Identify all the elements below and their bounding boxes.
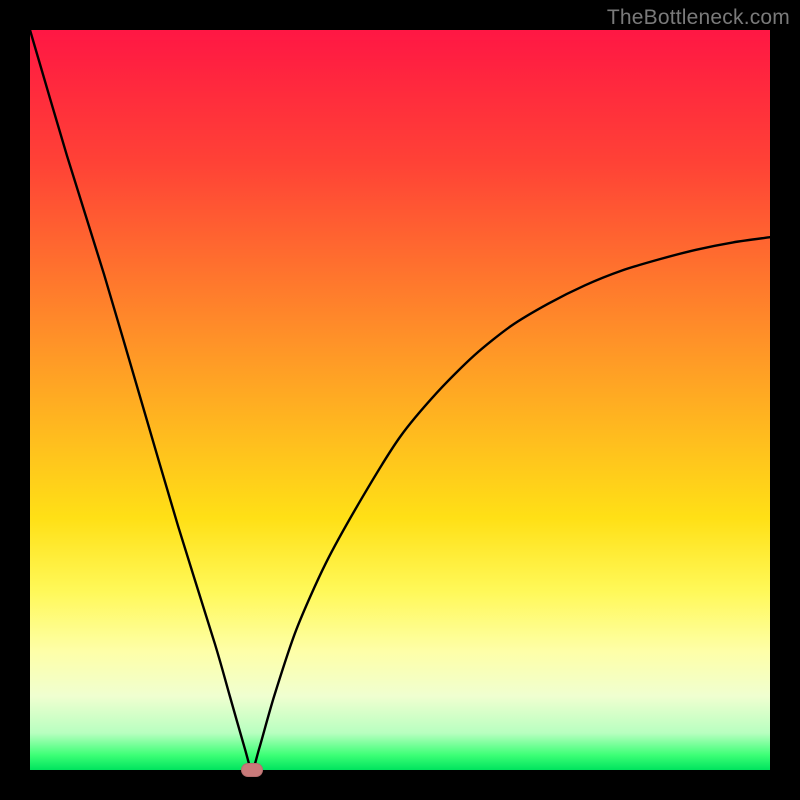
watermark-text: TheBottleneck.com [607,6,790,30]
chart-frame: TheBottleneck.com [0,0,800,800]
bottleneck-curve [30,30,770,770]
optimal-point-marker [241,763,263,777]
plot-area [30,30,770,770]
curve-layer [30,30,770,770]
